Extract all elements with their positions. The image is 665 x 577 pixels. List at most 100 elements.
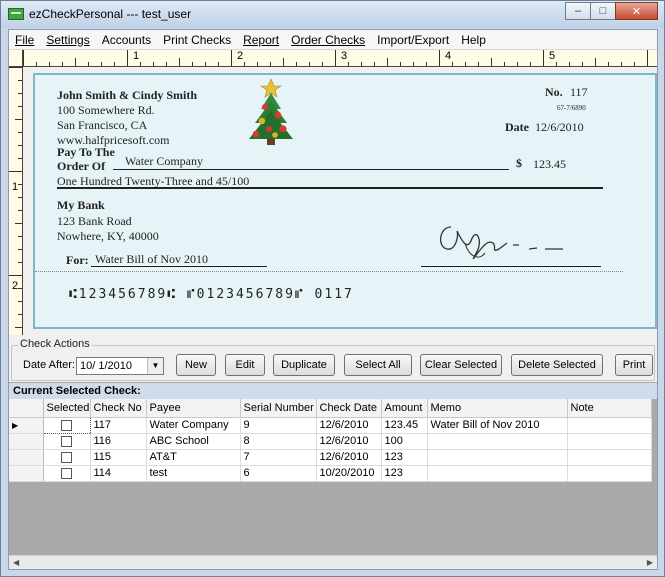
delete-selected-button[interactable]: Delete Selected [511,354,603,376]
date-cell[interactable]: 12/6/2010 [316,449,382,466]
ruler-tick [18,93,22,94]
row-header[interactable]: ▶ [9,417,44,434]
current-row-arrow-icon: ▶ [12,421,19,430]
payee-cell[interactable]: Water Company [146,417,241,434]
col-selected[interactable]: Selected [43,399,91,418]
ruler-tick [569,62,570,66]
note-cell[interactable] [567,433,652,450]
col-check-date[interactable]: Check Date [316,399,382,418]
amount-cell[interactable]: 123.45 [381,417,428,434]
menu-order-checks[interactable]: Order Checks [285,30,371,50]
check-no-cell[interactable]: 117 [90,417,147,434]
menu-settings[interactable]: Settings [40,30,95,50]
ruler-tick [647,50,648,66]
close-icon[interactable]: ✕ [615,2,658,20]
row-header[interactable] [9,465,44,482]
selected-cell[interactable] [43,433,91,450]
payer-name: John Smith & Cindy Smith [57,88,198,102]
menu-file[interactable]: File [9,30,40,50]
ruler-tick [634,62,635,66]
row-checkbox[interactable] [60,419,72,431]
scroll-left-icon[interactable]: ◀ [13,558,19,567]
maximize-icon[interactable]: □ [590,2,616,20]
table-row[interactable]: 115 AT&T 7 12/6/2010 123 [9,449,652,466]
chevron-down-icon[interactable]: ▼ [147,358,163,374]
ruler-tick [36,62,37,66]
ruler-tick [9,275,22,276]
menu-import-export[interactable]: Import/Export [371,30,455,50]
col-note[interactable]: Note [567,399,652,418]
col-payee[interactable]: Payee [146,399,241,418]
payee-cell[interactable]: AT&T [146,449,241,466]
col-serial-number[interactable]: Serial Number [240,399,317,418]
scroll-right-icon[interactable]: ▶ [647,558,653,567]
memo-cell[interactable] [427,433,568,450]
memo-line [91,266,267,267]
client-area: File Settings Accounts Print Checks Repo… [8,29,658,570]
amount-cell[interactable]: 123 [381,465,428,482]
print-button[interactable]: Print [615,354,653,376]
menu-accounts[interactable]: Accounts [96,30,157,50]
select-all-button[interactable]: Select All [344,354,412,376]
selected-cell[interactable] [42,416,91,434]
memo-cell[interactable]: Water Bill of Nov 2010 [427,417,568,434]
ruler-tick [426,62,427,66]
date-cell[interactable]: 12/6/2010 [316,433,382,450]
selected-cell[interactable] [43,465,91,482]
check-no-label: No. [545,85,563,99]
menu-report[interactable]: Report [237,30,285,50]
horizontal-scrollbar[interactable]: ◀ ▶ [9,555,657,569]
micr-line: ⑆123456789⑆ ⑈0123456789⑈ 0117 [69,287,354,302]
checks-grid: Selected Check No Payee Serial Number Ch… [9,399,657,569]
menu-help[interactable]: Help [455,30,492,50]
ruler-tick [465,62,466,66]
ruler-tick [348,62,349,66]
amount-cell[interactable]: 100 [381,433,428,450]
note-cell[interactable] [567,449,652,466]
col-amount[interactable]: Amount [381,399,428,418]
row-checkbox[interactable] [60,451,72,463]
payee-cell[interactable]: ABC School [146,433,241,450]
ruler-tick [218,62,219,66]
menu-print-checks[interactable]: Print Checks [157,30,237,50]
date-cell[interactable]: 10/20/2010 [316,465,382,482]
serial-cell[interactable]: 6 [240,465,317,482]
ruler-tick [49,62,50,66]
note-cell[interactable] [567,465,652,482]
memo-cell[interactable] [427,449,568,466]
amount-cell[interactable]: 123 [381,449,428,466]
row-checkbox[interactable] [60,467,72,479]
check-preview[interactable]: John Smith & Cindy Smith 100 Somewhere R… [33,73,657,329]
memo-cell[interactable] [427,465,568,482]
ruler-tick [231,50,232,66]
check-date: 12/6/2010 [535,120,584,134]
check-no-cell[interactable]: 115 [90,449,147,466]
duplicate-button[interactable]: Duplicate [273,354,335,376]
serial-cell[interactable]: 8 [240,433,317,450]
note-cell[interactable] [567,417,652,434]
check-no-cell[interactable]: 114 [90,465,147,482]
col-check-no[interactable]: Check No [90,399,147,418]
payee-cell[interactable]: test [146,465,241,482]
check-no-cell[interactable]: 116 [90,433,147,450]
row-checkbox[interactable] [60,435,72,447]
table-row[interactable]: ▶ 117 Water Company 9 12/6/2010 123.45 W… [9,416,652,434]
clear-selected-button[interactable]: Clear Selected [420,354,502,376]
serial-cell[interactable]: 9 [240,417,317,434]
minimize-icon[interactable]: – [565,2,591,20]
table-row[interactable]: 116 ABC School 8 12/6/2010 100 [9,433,652,450]
signature-image [440,226,563,260]
edit-button[interactable]: Edit [225,354,265,376]
date-cell[interactable]: 12/6/2010 [316,417,382,434]
serial-cell[interactable]: 7 [240,449,317,466]
table-row[interactable]: 114 test 6 10/20/2010 123 [9,465,652,482]
date-after-select[interactable]: 10/ 1/2010 ▼ [76,357,164,375]
col-memo[interactable]: Memo [427,399,568,418]
row-header[interactable] [9,449,44,466]
new-button[interactable]: New [176,354,216,376]
menu-report-label: Report [243,32,280,47]
row-header[interactable] [9,433,44,450]
title-bar[interactable]: ezCheckPersonal --- test_user – □ ✕ [1,1,664,28]
horizontal-ruler: 1 2 3 4 5 [23,50,657,67]
selected-cell[interactable] [43,449,91,466]
